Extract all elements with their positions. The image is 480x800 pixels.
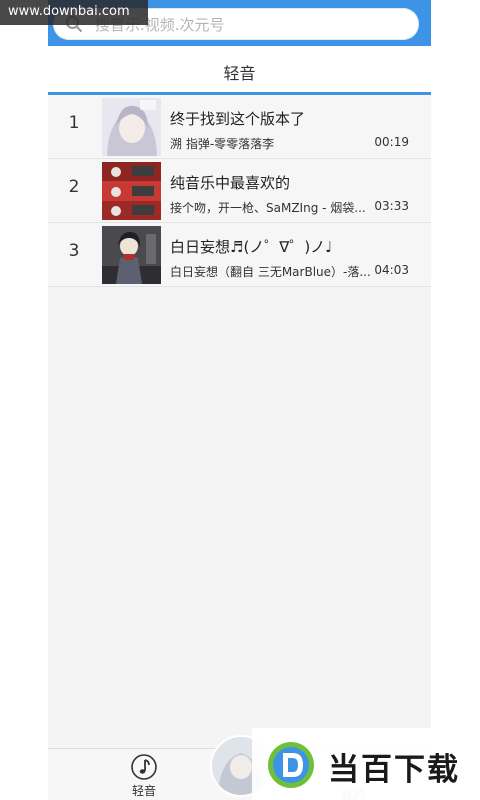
watermark-site-text: www.downbai.com: [8, 4, 130, 19]
song-index: 2: [68, 177, 80, 197]
song-index: 1: [68, 113, 80, 133]
logo-icon: [268, 742, 314, 788]
song-title: 终于找到这个版本了: [170, 110, 306, 128]
song-duration: 03:33: [374, 199, 409, 213]
song-index: 3: [68, 241, 80, 261]
app-window: 搜音乐.视频.次元号 轻音 1 终于找到这个版本了 溯 指弹-零零落落李 00:…: [48, 0, 431, 800]
cover-image: [102, 226, 161, 284]
song-title: 白日妄想♬(ノ゜∇゜)ノ♩: [170, 238, 333, 256]
watermark-site: www.downbai.com: [0, 0, 148, 25]
cover-image: [102, 162, 161, 220]
song-duration: 00:19: [374, 135, 409, 149]
title-bar: 轻音: [48, 46, 431, 95]
song-artist: 白日妄想（翻自 三无MarBlue）-落...: [170, 265, 371, 279]
song-row[interactable]: 1 终于找到这个版本了 溯 指弹-零零落落李 00:19: [48, 95, 431, 159]
song-row[interactable]: 3 白日妄想♬(ノ゜∇゜)ノ♩ 白日妄想（翻自 三无MarBlue）-落... …: [48, 223, 431, 287]
screen: 搜音乐.视频.次元号 轻音 1 终于找到这个版本了 溯 指弹-零零落落李 00:…: [0, 0, 480, 800]
song-title: 纯音乐中最喜欢的: [170, 174, 291, 192]
nav-tab-home[interactable]: 轻音: [114, 753, 174, 799]
song-row[interactable]: 2 纯音乐中最喜欢的 接个吻，开一枪、SaMZIng - 烟袋... 03:33: [48, 159, 431, 223]
song-artist: 接个吻，开一枪、SaMZIng - 烟袋...: [170, 201, 366, 215]
watermark-logo: 当百下载: [252, 728, 480, 800]
nav-label-home: 轻音: [131, 784, 156, 798]
song-duration: 04:03: [374, 263, 409, 277]
logo-text: 当百下载: [328, 752, 460, 788]
song-list: 1 终于找到这个版本了 溯 指弹-零零落落李 00:19 2 纯音乐中最喜欢的 …: [48, 95, 431, 287]
song-artist: 溯 指弹-零零落落李: [170, 137, 275, 151]
music-note-icon: [131, 754, 157, 780]
cover-image: [102, 98, 161, 156]
page-title: 轻音: [223, 64, 256, 83]
